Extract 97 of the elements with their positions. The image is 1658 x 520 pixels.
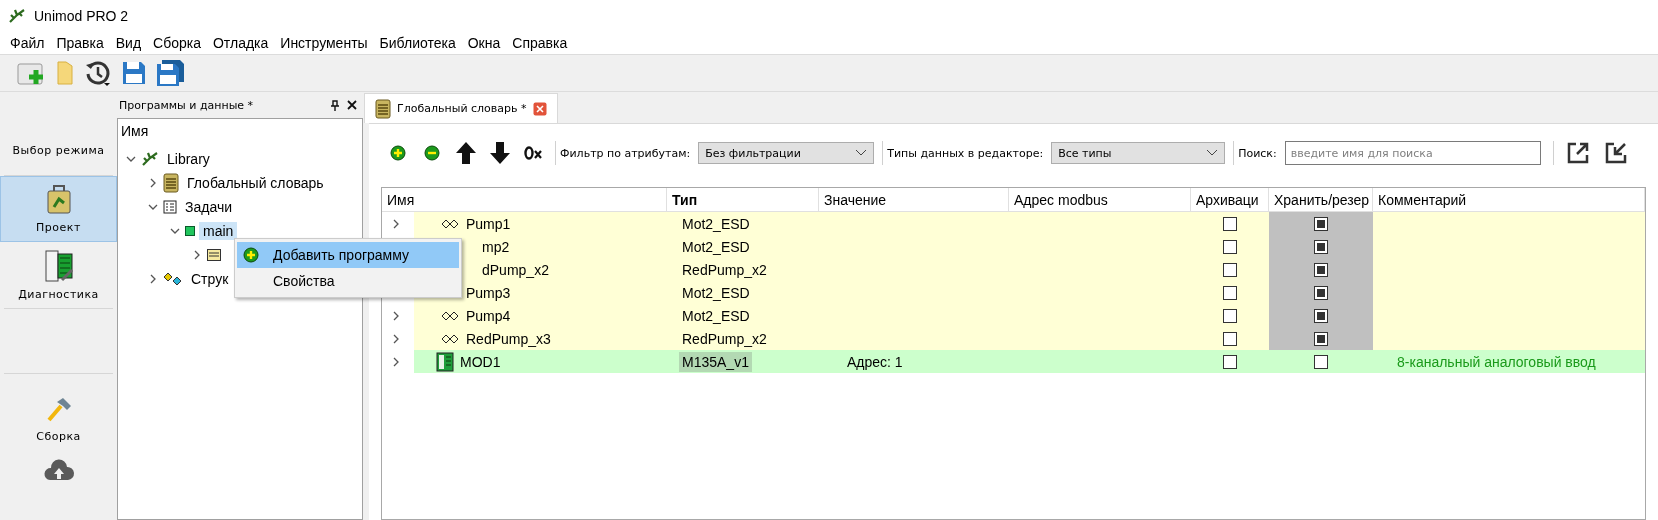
column-header[interactable]: Адрес modbus	[1009, 188, 1191, 211]
checkbox[interactable]	[1314, 262, 1328, 277]
module-icon	[436, 351, 454, 372]
types-dropdown[interactable]: Все типы	[1051, 142, 1226, 164]
checkbox[interactable]	[1314, 331, 1328, 346]
variable-name: RedPump_x3	[466, 330, 551, 347]
checkbox[interactable]	[1314, 354, 1328, 369]
menu-item[interactable]: Сборка	[147, 32, 207, 54]
square-icon	[185, 226, 195, 236]
window-title: Unimod PRO 2	[34, 8, 129, 24]
checkbox[interactable]	[1223, 308, 1237, 323]
column-header[interactable]: Архиваци	[1191, 188, 1269, 211]
column-header[interactable]: Значение	[819, 188, 1009, 211]
diamonds-icon	[163, 272, 183, 286]
menu-item[interactable]: Отладка	[206, 32, 275, 54]
variable-name: Pump4	[466, 307, 511, 324]
variable-name: MOD1	[460, 353, 501, 370]
value-text: Адрес: 1	[846, 353, 903, 370]
mode-button[interactable]: Сборка	[0, 386, 117, 452]
save-icon[interactable]	[122, 61, 146, 85]
export-icon[interactable]	[1565, 141, 1590, 165]
ledger-icon	[163, 173, 179, 193]
cloud-upload-icon[interactable]	[42, 458, 75, 482]
menu-item[interactable]: Окна	[461, 32, 507, 54]
diamonds-icon	[442, 333, 460, 344]
tree-item[interactable]: Глобальный словарь	[183, 174, 328, 192]
editor-tab[interactable]: Глобальный словарь *	[364, 93, 558, 123]
types-label: Типы данных в редакторе:	[887, 146, 1044, 160]
menu-item[interactable]: Свойства	[237, 268, 459, 294]
ledger-icon	[375, 98, 391, 119]
tree-item[interactable]: Струк	[187, 270, 233, 288]
column-header[interactable]: Комментарий	[1373, 188, 1645, 211]
leaf-icon	[8, 8, 26, 24]
caret-icon	[855, 149, 868, 157]
controller-icon	[43, 249, 74, 282]
menu-item[interactable]: Добавить программу	[237, 242, 459, 268]
variable-name: dPump_x2	[481, 261, 549, 278]
menu-item[interactable]: Справка	[506, 32, 574, 54]
tree-item[interactable]: Задачи	[181, 198, 236, 216]
diamonds-icon	[442, 218, 460, 229]
caret-icon	[1206, 149, 1219, 157]
menu-item[interactable]: Файл	[4, 32, 51, 54]
checkbox[interactable]	[1314, 239, 1328, 254]
column-header[interactable]: Тип	[667, 188, 819, 211]
type-name: M135A_v1	[679, 351, 752, 372]
type-name: Mot2_ESD	[681, 237, 751, 257]
mode-button[interactable]: Проект	[0, 176, 117, 242]
list-icon	[163, 200, 177, 214]
checkbox[interactable]	[1314, 285, 1328, 300]
zero-x-icon[interactable]	[524, 146, 544, 160]
menu-item[interactable]: Инструменты	[274, 32, 374, 54]
type-name: Mot2_ESD	[681, 214, 751, 234]
variable-name: Pump1	[466, 215, 511, 232]
menu-item[interactable]: Правка	[50, 32, 110, 54]
checkbox[interactable]	[1223, 354, 1237, 369]
type-name: Mot2_ESD	[681, 283, 751, 303]
new-file-icon[interactable]	[16, 60, 46, 86]
checkbox[interactable]	[1223, 239, 1237, 254]
add-icon[interactable]	[390, 145, 406, 161]
menu-item[interactable]: Вид	[109, 32, 148, 54]
remove-icon[interactable]	[424, 145, 440, 161]
history-icon[interactable]	[84, 59, 112, 87]
variable-name: mp2	[481, 238, 510, 255]
briefcase-icon	[45, 184, 72, 215]
filter-dropdown[interactable]: Без фильтрации	[698, 142, 875, 164]
type-name: RedPump_x2	[681, 260, 768, 280]
filter-label: Фильтр по атрибутам:	[560, 146, 691, 160]
column-header[interactable]: Хранить/резер	[1269, 188, 1373, 211]
column-header[interactable]: Имя	[382, 188, 667, 211]
pin-icon[interactable]	[331, 99, 339, 111]
diamonds-icon	[442, 310, 460, 321]
arrow-up-icon[interactable]	[455, 141, 477, 165]
checkbox[interactable]	[1314, 308, 1328, 323]
add-icon[interactable]	[243, 247, 259, 263]
arrow-down-icon[interactable]	[489, 141, 511, 165]
leaf-icon	[141, 151, 159, 167]
close-icon[interactable]	[347, 99, 357, 110]
checkbox[interactable]	[1223, 216, 1237, 231]
comment-text: 8-канальный аналоговый ввод	[1396, 353, 1596, 370]
program-icon	[207, 249, 221, 261]
checkbox[interactable]	[1223, 262, 1237, 277]
mode-button[interactable]: Диагностика	[0, 242, 117, 308]
menu-item[interactable]: Библиотека	[373, 32, 462, 54]
column-header: Имя	[121, 123, 150, 141]
type-name: Mot2_ESD	[681, 306, 751, 326]
variable-name: Pump3	[466, 284, 511, 301]
tree-item[interactable]: Library	[163, 150, 214, 168]
search-field[interactable]: введите имя для поиска	[1284, 141, 1541, 165]
checkbox[interactable]	[1223, 331, 1237, 346]
checkbox[interactable]	[1314, 216, 1328, 231]
save-all-icon[interactable]	[156, 60, 184, 86]
import-icon[interactable]	[1603, 141, 1628, 165]
type-name: RedPump_x2	[681, 329, 768, 349]
tree-item[interactable]: main	[199, 222, 238, 240]
search-label: Поиск:	[1238, 146, 1277, 160]
checkbox[interactable]	[1223, 285, 1237, 300]
panel-title: Программы и данные *	[119, 98, 254, 112]
